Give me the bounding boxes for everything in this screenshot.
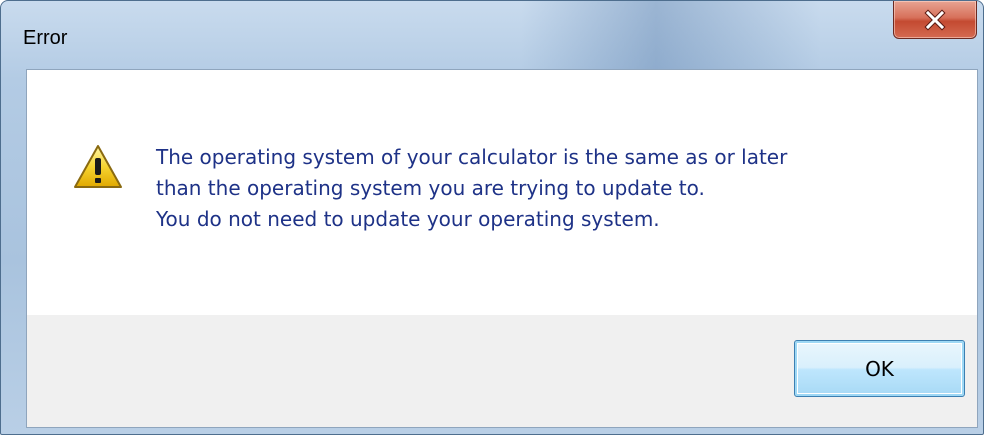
- error-dialog: Error The operating system of your calcu…: [0, 0, 984, 435]
- ok-button[interactable]: OK: [794, 340, 965, 397]
- title-bar[interactable]: Error: [1, 1, 983, 67]
- close-button[interactable]: [893, 1, 977, 39]
- error-message: The operating system of your calculator …: [156, 142, 787, 235]
- close-icon: [894, 1, 976, 38]
- warning-icon: [73, 144, 123, 190]
- message-line: The operating system of your calculator …: [156, 145, 788, 169]
- dialog-body: The operating system of your calculator …: [26, 69, 978, 428]
- message-line: You do not need to update your operating…: [156, 207, 660, 231]
- message-line: than the operating system you are trying…: [156, 176, 705, 200]
- button-bar: OK: [27, 315, 977, 427]
- window-title: Error: [23, 27, 68, 49]
- message-area: The operating system of your calculator …: [27, 70, 977, 315]
